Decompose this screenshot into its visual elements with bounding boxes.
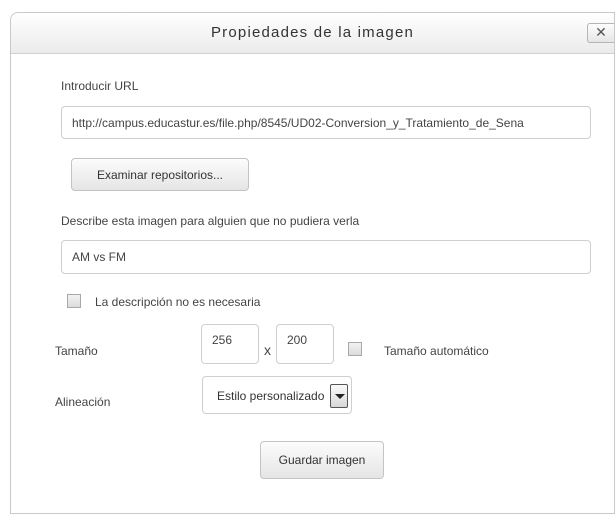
dialog-titlebar[interactable]: Propiedades de la imagen ✕ [11,13,614,54]
auto-size-label: Tamaño automático [384,344,489,358]
image-properties-dialog: Propiedades de la imagen ✕ Introducir UR… [10,12,615,514]
width-input[interactable]: 256 [201,324,259,364]
description-not-needed-checkbox[interactable] [67,294,81,308]
browse-repositories-button[interactable]: Examinar repositorios... [71,158,249,191]
url-input[interactable]: http://campus.educastur.es/file.php/8545… [61,106,591,139]
chevron-down-icon[interactable] [330,384,348,408]
alignment-selected-value: Estilo personalizado [217,389,325,403]
close-icon[interactable]: ✕ [587,23,614,43]
size-separator: x [264,342,271,358]
height-input[interactable]: 200 [276,324,334,364]
save-image-button[interactable]: Guardar imagen [260,441,384,479]
alignment-label: Alineación [55,395,111,409]
description-not-needed-label: La descripción no es necesaria [95,295,261,309]
auto-size-checkbox[interactable] [348,342,362,356]
size-label: Tamaño [55,344,98,358]
url-label: Introducir URL [61,79,139,93]
description-input[interactable]: AM vs FM [61,240,591,274]
description-label: Describe esta imagen para alguien que no… [61,214,360,228]
dialog-title: Propiedades de la imagen [210,24,415,41]
alignment-select[interactable]: Estilo personalizado [202,376,352,414]
